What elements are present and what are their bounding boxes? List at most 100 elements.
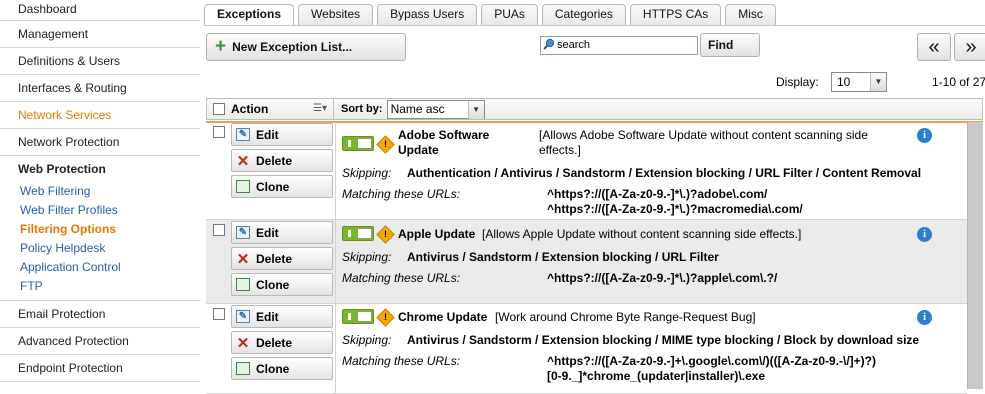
exception-name-line2: Update [398, 143, 439, 157]
edit-icon: ✎ [236, 226, 250, 239]
delete-icon: ✕ [236, 334, 250, 352]
list-header: Action ☰▾ Sort by: Name asc ▼ [206, 98, 983, 120]
skipping-label: Skipping: [342, 333, 392, 347]
clone-label: Clone [256, 179, 290, 194]
info-icon[interactable]: i [917, 128, 932, 143]
find-button[interactable]: Find [700, 33, 760, 57]
chevron-down-icon: ▼ [870, 73, 886, 91]
sidebar-item-definitions-users[interactable]: Definitions & Users [0, 48, 200, 75]
edit-label: Edit [256, 127, 279, 142]
matching-url: ^https?://([A-Za-z0-9.-]+\.google\.com\/… [547, 354, 876, 368]
display-count-value: 10 [837, 75, 851, 89]
tab-divider [204, 25, 985, 26]
info-icon[interactable]: i [917, 227, 932, 242]
sort-by-control: Sort by: Name asc ▼ [334, 99, 485, 119]
matching-url: ^https?://([A-Za-z0-9.-]*\.)?adobe\.com/ [547, 187, 768, 201]
sort-by-label: Sort by: [341, 103, 383, 115]
sidebar-item-web-protection[interactable]: Web Protection [18, 156, 200, 182]
sidebar-subitem-ftp[interactable]: FTP [18, 277, 200, 296]
tab-puas[interactable]: PUAs [481, 4, 538, 25]
delete-button[interactable]: ✕ Delete [231, 247, 333, 270]
new-exception-list-label: New Exception List... [232, 40, 353, 54]
exception-description: [Allows Apple Update without content sca… [482, 227, 802, 241]
sidebar-item-endpoint-protection[interactable]: Endpoint Protection [0, 355, 200, 382]
delete-label: Delete [256, 335, 293, 350]
matching-urls-label: Matching these URLs: [342, 271, 461, 285]
tab-https-cas[interactable]: HTTPS CAs [629, 4, 722, 25]
edit-button[interactable]: ✎ Edit [231, 221, 333, 244]
sidebar-item-network-protection[interactable]: Network Protection [0, 129, 200, 156]
sidebar-subitem-web-filtering[interactable]: Web Filtering [18, 182, 200, 201]
main-panel: Exceptions Websites Bypass Users PUAs Ca… [204, 0, 985, 394]
matching-url: [0-9._]*chrome_(updater|installer)\.exe [547, 369, 766, 383]
edit-icon: ✎ [236, 310, 250, 323]
previous-page-button[interactable]: « [917, 33, 951, 61]
select-all-checkbox[interactable] [213, 103, 225, 115]
sidebar-item-dashboard[interactable]: Dashboard [0, 0, 200, 21]
clone-button[interactable]: Clone [231, 357, 333, 380]
list-item: ✎ Edit ✕ Delete Clone ! Apple Update [Allo… [206, 220, 967, 304]
exception-name: Apple Update [398, 227, 476, 241]
new-exception-list-button[interactable]: + New Exception List... [206, 33, 406, 61]
exception-list: ✎ Edit ✕ Delete Clone ! Adobe Software Upd… [206, 122, 967, 394]
display-count-select[interactable]: 10 ▼ [831, 72, 887, 92]
clone-label: Clone [256, 361, 290, 376]
warning-icon: ! [376, 308, 395, 327]
delete-label: Delete [256, 153, 293, 168]
clone-button[interactable]: Clone [231, 273, 333, 296]
clone-button[interactable]: Clone [231, 175, 333, 198]
exception-name: Adobe Software [398, 128, 490, 142]
scrollbar[interactable] [967, 122, 983, 389]
double-right-arrow-icon: » [965, 35, 977, 58]
info-icon[interactable]: i [917, 310, 932, 325]
sidebar-item-network-services[interactable]: Network Services [0, 102, 200, 129]
sidebar-group-web-protection: Web Protection Web Filtering Web Filter … [0, 156, 200, 301]
tab-categories[interactable]: Categories [541, 4, 626, 25]
clone-label: Clone [256, 277, 290, 292]
sidebar-subitem-policy-helpdesk[interactable]: Policy Helpdesk [18, 239, 200, 258]
tab-websites[interactable]: Websites [298, 4, 374, 25]
exception-name: Chrome Update [398, 310, 488, 324]
delete-icon: ✕ [236, 152, 250, 170]
enable-toggle[interactable] [342, 309, 374, 324]
edit-label: Edit [256, 309, 279, 324]
delete-icon: ✕ [236, 250, 250, 268]
enable-toggle[interactable] [342, 226, 374, 241]
row-checkbox[interactable] [213, 224, 225, 236]
skipping-value: Antivirus / Sandstorm / Extension blocki… [407, 333, 920, 347]
sort-by-select[interactable]: Name asc ▼ [386, 99, 485, 119]
enable-toggle[interactable] [342, 136, 374, 151]
edit-button[interactable]: ✎ Edit [231, 123, 333, 146]
tab-exceptions[interactable]: Exceptions [204, 4, 295, 26]
sidebar-item-interfaces-routing[interactable]: Interfaces & Routing [0, 75, 200, 102]
sidebar-item-management[interactable]: Management [0, 21, 200, 48]
next-page-button[interactable]: » [954, 33, 985, 61]
list-item: ✎ Edit ✕ Delete Clone ! Chrome Update [Wor… [206, 304, 967, 394]
sort-by-value: Name asc [390, 101, 445, 116]
edit-button[interactable]: ✎ Edit [231, 305, 333, 328]
skipping-value: Authentication / Antivirus / Sandstorm /… [407, 166, 922, 180]
tab-bar: Exceptions Websites Bypass Users PUAs Ca… [204, 4, 780, 26]
double-left-arrow-icon: « [928, 35, 940, 58]
tab-misc[interactable]: Misc [725, 4, 776, 25]
delete-button[interactable]: ✕ Delete [231, 149, 333, 172]
search-input[interactable]: search [540, 36, 698, 55]
sidebar-subitem-application-control[interactable]: Application Control [18, 258, 200, 277]
delete-button[interactable]: ✕ Delete [231, 331, 333, 354]
find-label: Find [708, 38, 734, 52]
sidebar-subitem-filtering-options[interactable]: Filtering Options [18, 220, 200, 239]
row-checkbox[interactable] [213, 308, 225, 320]
page-range: 1-10 of 27 [932, 75, 985, 89]
sidebar-item-advanced-protection[interactable]: Advanced Protection [0, 328, 200, 355]
sidebar-item-email-protection[interactable]: Email Protection [0, 301, 200, 328]
skipping-label: Skipping: [342, 250, 392, 264]
exception-description: [Allows Adobe Software Update without co… [539, 128, 868, 142]
sidebar-subitem-web-filter-profiles[interactable]: Web Filter Profiles [18, 201, 200, 220]
column-divider [335, 122, 336, 219]
row-checkbox[interactable] [213, 126, 225, 138]
sidebar: Dashboard Management Definitions & Users… [0, 0, 200, 389]
list-menu-icon[interactable]: ☰▾ [313, 103, 327, 114]
action-label: Action [231, 102, 269, 116]
chevron-down-icon: ▼ [467, 100, 484, 119]
tab-bypass-users[interactable]: Bypass Users [377, 4, 478, 25]
